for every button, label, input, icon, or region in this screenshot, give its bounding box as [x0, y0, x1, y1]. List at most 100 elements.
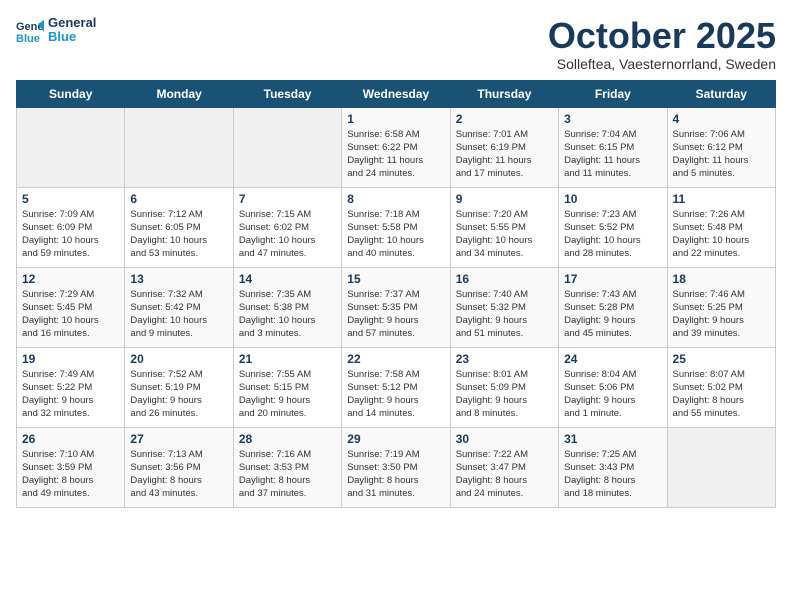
day-info: Sunrise: 8:01 AM Sunset: 5:09 PM Dayligh… [456, 368, 553, 421]
calendar-title: October 2025 [548, 16, 776, 56]
day-info: Sunrise: 7:26 AM Sunset: 5:48 PM Dayligh… [673, 208, 770, 261]
day-info: Sunrise: 7:01 AM Sunset: 6:19 PM Dayligh… [456, 128, 553, 181]
calendar-cell: 26Sunrise: 7:10 AM Sunset: 3:59 PM Dayli… [17, 427, 125, 507]
header: General Blue General Blue October 2025 S… [16, 16, 776, 72]
calendar-cell: 14 Sunrise: 7:35 AM Sunset: 5:38 PM Dayli… [233, 267, 341, 347]
calendar-week-2: 5 Sunrise: 7:09 AM Sunset: 6:09 PM Daylig… [17, 187, 776, 267]
calendar-cell: 8Sunrise: 7:18 AM Sunset: 5:58 PM Daylig… [342, 187, 450, 267]
calendar-week-1: 1Sunrise: 6:58 AM Sunset: 6:22 PM Daylig… [17, 107, 776, 187]
calendar-cell: 3Sunrise: 7:04 AM Sunset: 6:15 PM Daylig… [559, 107, 667, 187]
calendar-week-4: 19 Sunrise: 7:49 AM Sunset: 5:22 PM Dayli… [17, 347, 776, 427]
logo: General Blue General Blue [16, 16, 96, 45]
day-info: Sunrise: 7:09 AM Sunset: 6:09 PM Dayligh… [22, 208, 119, 261]
logo-icon: General Blue [16, 16, 44, 44]
day-info: Sunrise: 8:07 AM Sunset: 5:02 PM Dayligh… [673, 368, 770, 421]
day-info: Sunrise: 7:40 AM Sunset: 5:32 PM Dayligh… [456, 288, 553, 341]
day-number: 27 [130, 432, 227, 446]
calendar-cell: 2 Sunrise: 7:01 AM Sunset: 6:19 PM Daylig… [450, 107, 558, 187]
day-number: 17 [564, 272, 661, 286]
day-number: 14 [239, 272, 336, 286]
calendar-cell: 28Sunrise: 7:16 AM Sunset: 3:53 PM Dayli… [233, 427, 341, 507]
calendar-cell: 22 Sunrise: 7:58 AM Sunset: 5:12 PM Dayli… [342, 347, 450, 427]
day-info: Sunrise: 8:04 AM Sunset: 5:06 PM Dayligh… [564, 368, 661, 421]
title-block: October 2025 Solleftea, Vaesternorrland,… [548, 16, 776, 72]
svg-text:General: General [16, 21, 44, 33]
day-number: 16 [456, 272, 553, 286]
calendar-cell: 4 Sunrise: 7:06 AM Sunset: 6:12 PM Daylig… [667, 107, 775, 187]
day-info: Sunrise: 7:52 AM Sunset: 5:19 PM Dayligh… [130, 368, 227, 421]
calendar-cell: 30 Sunrise: 7:22 AM Sunset: 3:47 PM Dayli… [450, 427, 558, 507]
day-number: 28 [239, 432, 336, 446]
calendar-container: General Blue General Blue October 2025 S… [16, 16, 776, 508]
day-info: Sunrise: 7:22 AM Sunset: 3:47 PM Dayligh… [456, 448, 553, 501]
calendar-cell: 12 Sunrise: 7:29 AM Sunset: 5:45 PM Dayli… [17, 267, 125, 347]
day-number: 22 [347, 352, 444, 366]
calendar-cell [233, 107, 341, 187]
day-info: Sunrise: 7:20 AM Sunset: 5:55 PM Dayligh… [456, 208, 553, 261]
day-number: 1 [347, 112, 444, 126]
day-number: 29 [347, 432, 444, 446]
calendar-cell: 7Sunrise: 7:15 AM Sunset: 6:02 PM Daylig… [233, 187, 341, 267]
day-info: Sunrise: 7:06 AM Sunset: 6:12 PM Dayligh… [673, 128, 770, 181]
calendar-table: SundayMondayTuesdayWednesdayThursdayFrid… [16, 80, 776, 508]
day-info: Sunrise: 7:13 AM Sunset: 3:56 PM Dayligh… [130, 448, 227, 501]
day-number: 25 [673, 352, 770, 366]
day-number: 3 [564, 112, 661, 126]
day-number: 13 [130, 272, 227, 286]
calendar-subtitle: Solleftea, Vaesternorrland, Sweden [548, 56, 776, 72]
calendar-cell: 17Sunrise: 7:43 AM Sunset: 5:28 PM Dayli… [559, 267, 667, 347]
calendar-cell: 16 Sunrise: 7:40 AM Sunset: 5:32 PM Dayli… [450, 267, 558, 347]
day-info: Sunrise: 7:58 AM Sunset: 5:12 PM Dayligh… [347, 368, 444, 421]
day-info: Sunrise: 7:49 AM Sunset: 5:22 PM Dayligh… [22, 368, 119, 421]
calendar-cell: 1Sunrise: 6:58 AM Sunset: 6:22 PM Daylig… [342, 107, 450, 187]
calendar-cell: 25 Sunrise: 8:07 AM Sunset: 5:02 PM Dayli… [667, 347, 775, 427]
calendar-cell: 23 Sunrise: 8:01 AM Sunset: 5:09 PM Dayli… [450, 347, 558, 427]
day-info: Sunrise: 7:18 AM Sunset: 5:58 PM Dayligh… [347, 208, 444, 261]
day-number: 19 [22, 352, 119, 366]
calendar-cell: 13Sunrise: 7:32 AM Sunset: 5:42 PM Dayli… [125, 267, 233, 347]
calendar-cell [17, 107, 125, 187]
weekday-header-row: SundayMondayTuesdayWednesdayThursdayFrid… [17, 80, 776, 107]
day-info: Sunrise: 7:37 AM Sunset: 5:35 PM Dayligh… [347, 288, 444, 341]
logo-line2: Blue [48, 30, 96, 44]
day-number: 10 [564, 192, 661, 206]
calendar-cell: 11 Sunrise: 7:26 AM Sunset: 5:48 PM Dayli… [667, 187, 775, 267]
day-number: 30 [456, 432, 553, 446]
calendar-cell: 21Sunrise: 7:55 AM Sunset: 5:15 PM Dayli… [233, 347, 341, 427]
calendar-cell: 19 Sunrise: 7:49 AM Sunset: 5:22 PM Dayli… [17, 347, 125, 427]
day-info: Sunrise: 7:12 AM Sunset: 6:05 PM Dayligh… [130, 208, 227, 261]
calendar-cell: 15Sunrise: 7:37 AM Sunset: 5:35 PM Dayli… [342, 267, 450, 347]
weekday-header-sunday: Sunday [17, 80, 125, 107]
day-number: 4 [673, 112, 770, 126]
day-info: Sunrise: 7:35 AM Sunset: 5:38 PM Dayligh… [239, 288, 336, 341]
day-number: 11 [673, 192, 770, 206]
weekday-header-thursday: Thursday [450, 80, 558, 107]
day-number: 31 [564, 432, 661, 446]
logo-line1: General [48, 16, 96, 30]
day-info: Sunrise: 7:10 AM Sunset: 3:59 PM Dayligh… [22, 448, 119, 501]
day-info: Sunrise: 7:29 AM Sunset: 5:45 PM Dayligh… [22, 288, 119, 341]
day-number: 2 [456, 112, 553, 126]
weekday-header-tuesday: Tuesday [233, 80, 341, 107]
day-info: Sunrise: 7:55 AM Sunset: 5:15 PM Dayligh… [239, 368, 336, 421]
calendar-cell: 6 Sunrise: 7:12 AM Sunset: 6:05 PM Daylig… [125, 187, 233, 267]
day-number: 24 [564, 352, 661, 366]
weekday-header-friday: Friday [559, 80, 667, 107]
calendar-cell [125, 107, 233, 187]
day-number: 6 [130, 192, 227, 206]
day-number: 18 [673, 272, 770, 286]
calendar-cell: 27 Sunrise: 7:13 AM Sunset: 3:56 PM Dayli… [125, 427, 233, 507]
weekday-header-wednesday: Wednesday [342, 80, 450, 107]
calendar-week-5: 26Sunrise: 7:10 AM Sunset: 3:59 PM Dayli… [17, 427, 776, 507]
calendar-cell: 9Sunrise: 7:20 AM Sunset: 5:55 PM Daylig… [450, 187, 558, 267]
day-number: 12 [22, 272, 119, 286]
day-number: 5 [22, 192, 119, 206]
day-number: 7 [239, 192, 336, 206]
calendar-cell [667, 427, 775, 507]
calendar-cell: 29Sunrise: 7:19 AM Sunset: 3:50 PM Dayli… [342, 427, 450, 507]
calendar-cell: 18Sunrise: 7:46 AM Sunset: 5:25 PM Dayli… [667, 267, 775, 347]
calendar-cell: 20Sunrise: 7:52 AM Sunset: 5:19 PM Dayli… [125, 347, 233, 427]
day-info: Sunrise: 7:23 AM Sunset: 5:52 PM Dayligh… [564, 208, 661, 261]
calendar-cell: 24 Sunrise: 8:04 AM Sunset: 5:06 PM Dayli… [559, 347, 667, 427]
day-number: 23 [456, 352, 553, 366]
